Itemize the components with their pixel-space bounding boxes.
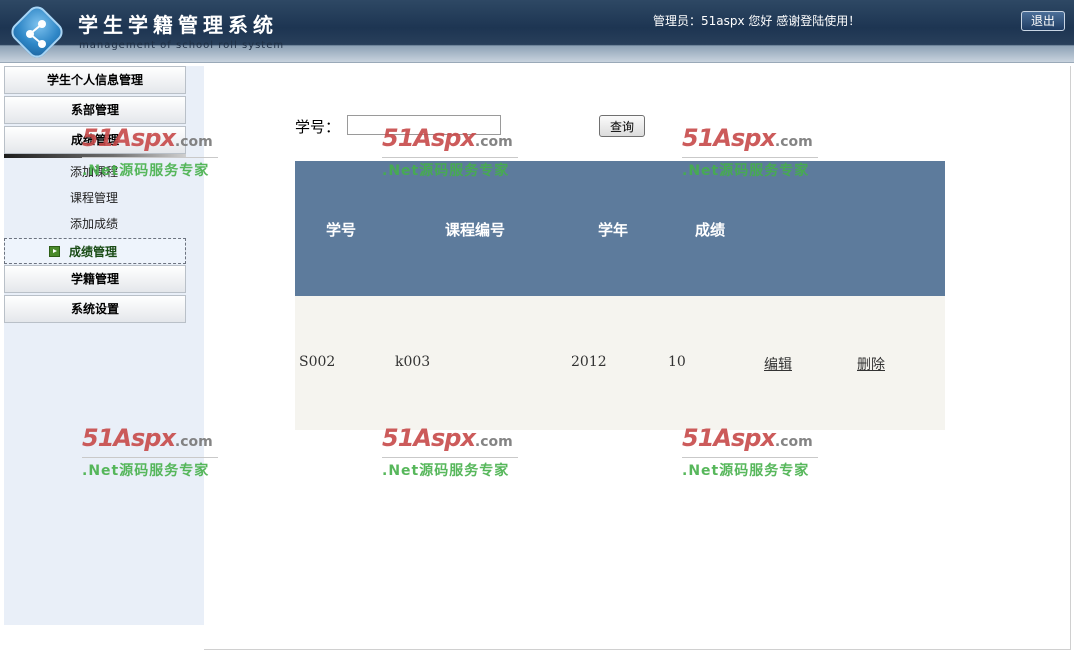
column-header-course-id: 课程编号 [445,221,506,239]
delete-link[interactable]: 删除 [857,354,885,374]
admin-greeting: 管理员：51aspx 您好 感谢登陆使用！ [653,14,861,28]
cell-student-id: S002 [299,354,336,370]
sidebar-item-enrollment[interactable]: 学籍管理 [4,265,186,293]
student-id-search-input[interactable] [347,115,501,135]
sidebar-sub-add-grade[interactable]: 添加成绩 [4,211,186,237]
column-header-score: 成绩 [695,221,726,239]
app-header: 学生学籍管理系统 management of school roll syste… [0,0,1074,63]
share-nodes-icon [26,20,46,48]
sidebar-item-department[interactable]: 系部管理 [4,96,186,124]
column-header-student-id: 学号 [326,221,357,239]
column-header-year: 学年 [598,221,629,239]
sidebar-active-divider [4,154,186,158]
sidebar-sub-add-course[interactable]: 添加课程 [4,159,186,185]
app-subtitle: management of school roll system [79,40,285,51]
grid-header: 学号 课程编号 学年 成绩 [295,161,945,296]
cell-course-id: k003 [395,354,431,370]
sidebar-sub-course-manage[interactable]: 课程管理 [4,185,186,211]
sidebar-item-settings[interactable]: 系统设置 [4,295,186,323]
table-row: S002 k003 2012 10 编辑 删除 [295,296,945,430]
edit-link[interactable]: 编辑 [764,354,792,374]
search-label: 学号： [295,118,341,136]
logout-button[interactable]: 退出 [1021,11,1065,31]
app-title: 学生学籍管理系统 [78,13,278,37]
query-button[interactable]: 查询 [599,115,645,137]
sidebar-item-grades[interactable]: 成绩管理 [4,126,186,154]
sidebar-sub-grade-manage-label: 成绩管理 [69,245,118,259]
cell-year: 2012 [571,354,607,370]
arrow-right-icon [49,246,60,257]
cell-score: 10 [668,354,686,370]
sidebar-item-student-info[interactable]: 学生个人信息管理 [4,66,186,94]
sidebar-sub-grade-manage[interactable]: 成绩管理 [4,238,186,264]
